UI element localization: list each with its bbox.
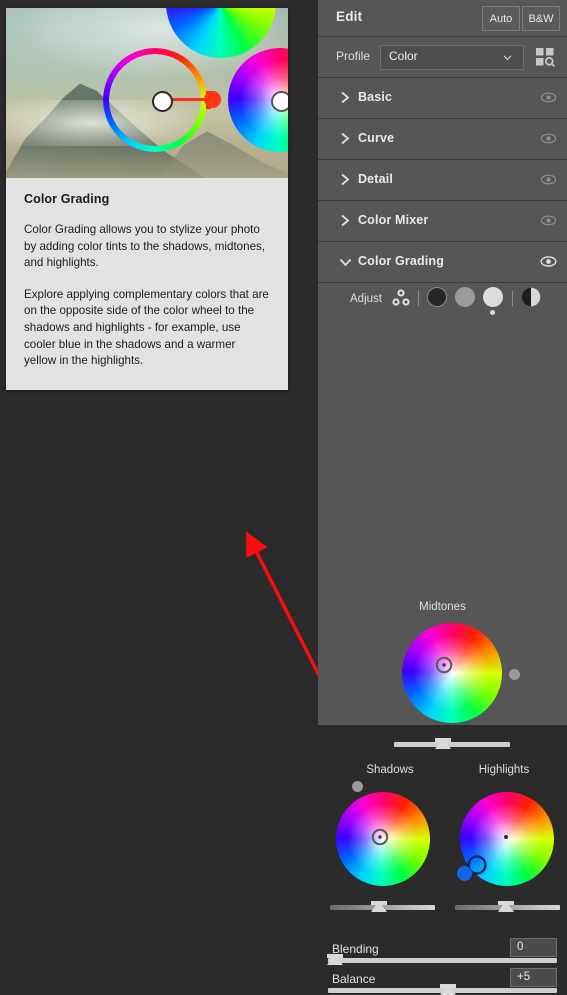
wheel-label-shadows: Shadows (366, 764, 414, 776)
highlights-slider-thumb[interactable] (498, 901, 514, 912)
sidebar-item-curve[interactable]: Curve (318, 119, 567, 160)
profile-label: Profile (336, 49, 371, 63)
illustration-knob-right (271, 91, 288, 112)
help-illustration (6, 8, 288, 178)
sidebar-item-color-mixer[interactable]: Color Mixer (318, 201, 567, 242)
chevron-right-icon (341, 173, 350, 186)
half-circle-icon[interactable] (521, 287, 541, 307)
help-tooltip-card: Color Grading Color Grading allows you t… (6, 8, 288, 390)
auto-button[interactable]: Auto (482, 6, 520, 31)
wheel-label-highlights: Highlights (478, 764, 530, 776)
eye-icon[interactable] (540, 254, 557, 269)
sidebar-item-color-grading[interactable]: Color Grading (318, 242, 567, 283)
balance-slider-thumb[interactable] (440, 984, 456, 995)
midtones-slider-track[interactable] (394, 742, 510, 747)
chevron-right-icon (341, 132, 350, 145)
chevron-right-icon (341, 91, 350, 104)
sidebar-item-label: Color Grading (358, 254, 444, 268)
sidebar-item-label: Basic (358, 90, 393, 104)
edit-panel: Edit Auto B&W Profile Color Basic Curve … (318, 0, 567, 995)
balance-value[interactable]: +5 (510, 968, 557, 987)
eye-icon[interactable] (540, 131, 557, 146)
help-paragraph-2: Explore applying complementary colors th… (24, 287, 269, 368)
highlights-color-swatch[interactable] (457, 866, 472, 881)
luminance-handle-shadows[interactable] (352, 781, 363, 792)
help-text-body: Color Grading Color Grading allows you t… (6, 178, 288, 390)
wheel-label-midtones: Midtones (419, 601, 466, 613)
page-title: Edit (336, 9, 363, 24)
help-title: Color Grading (24, 192, 110, 206)
color-grading-body: Adjust Midtones Shadows Highlights Blend… (318, 283, 567, 995)
adjust-row: Adjust (318, 283, 567, 319)
shadows-slider-thumb[interactable] (371, 901, 387, 912)
sidebar-item-label: Detail (358, 172, 393, 186)
color-wheel-midtones[interactable] (402, 623, 502, 723)
eye-icon[interactable] (540, 213, 557, 228)
profile-select[interactable]: Color (380, 45, 524, 70)
divider (418, 291, 419, 306)
chevron-right-icon (341, 214, 350, 227)
sidebar-item-label: Color Mixer (358, 213, 429, 227)
illustration-complement-dot (204, 91, 221, 108)
sidebar-item-label: Curve (358, 131, 395, 145)
illustration-knob-center (152, 91, 173, 112)
adjust-label: Adjust (350, 293, 382, 305)
wheel-cursor-midtones[interactable] (435, 656, 453, 674)
luminance-handle-midtones[interactable] (509, 669, 520, 680)
three-circles-icon[interactable] (390, 287, 412, 309)
profile-grid-search-icon[interactable] (533, 45, 557, 69)
edit-panel-header: Edit Auto B&W (318, 0, 567, 37)
blending-slider-track[interactable] (328, 958, 557, 963)
luminance-handle-highlights[interactable] (504, 835, 508, 839)
bw-button[interactable]: B&W (522, 6, 560, 31)
blending-slider-thumb[interactable] (327, 954, 343, 965)
eye-icon[interactable] (540, 90, 557, 105)
sidebar-item-basic[interactable]: Basic (318, 78, 567, 119)
sidebar-item-detail[interactable]: Detail (318, 160, 567, 201)
editor-canvas-area: Color Grading Color Grading allows you t… (0, 0, 318, 725)
tone-button-highlights[interactable] (483, 287, 503, 307)
chevron-down-icon (339, 258, 352, 267)
tone-button-midtones[interactable] (455, 287, 475, 307)
midtones-slider-thumb[interactable] (435, 738, 451, 749)
tone-selected-indicator (490, 310, 495, 315)
balance-label: Balance (332, 972, 376, 986)
eye-icon[interactable] (540, 172, 557, 187)
divider (512, 291, 513, 306)
wheel-cursor-shadows[interactable] (371, 828, 389, 846)
profile-row: Profile Color (318, 37, 567, 78)
tone-button-shadows[interactable] (427, 287, 447, 307)
help-paragraph-1: Color Grading allows you to stylize your… (24, 223, 266, 270)
blending-value[interactable]: 0 (510, 938, 557, 957)
